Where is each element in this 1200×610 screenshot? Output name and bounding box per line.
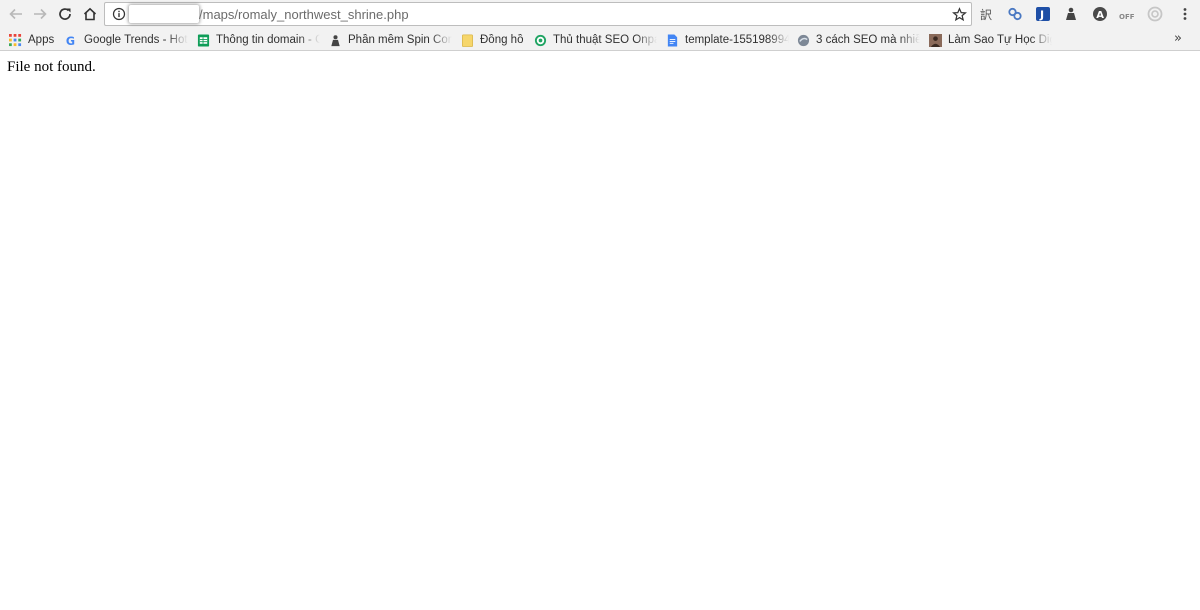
sheets-icon <box>196 33 210 47</box>
bookmark-label: Thủ thuật SEO Onpag <box>553 34 657 46</box>
folder-icon <box>460 33 474 47</box>
info-icon[interactable] <box>111 6 127 22</box>
svg-text:訳: 訳 <box>980 7 992 22</box>
bookmark-template[interactable]: template-155198994 <box>665 31 789 49</box>
translate-extension-icon[interactable]: 訳 <box>978 5 996 23</box>
reload-icon <box>59 8 71 20</box>
bookmark-label: Google Trends - Hot <box>84 34 188 46</box>
bookmark-dong-ho[interactable]: Đồng hồ <box>460 31 530 49</box>
svg-text:J: J <box>1039 9 1044 22</box>
bookmark-label: Đồng hồ <box>480 34 524 46</box>
back-arrow-icon <box>9 8 22 20</box>
forward-button[interactable] <box>28 2 52 26</box>
bookmark-label: Làm Sao Tự Học Digi <box>948 34 1052 46</box>
error-message: File not found. <box>7 59 96 75</box>
avatar-icon <box>928 33 942 47</box>
reload-button[interactable] <box>53 2 77 26</box>
bookmark-label: template-155198994 <box>685 34 789 46</box>
bookmark-label: Apps <box>28 34 55 46</box>
google-g-icon: G <box>64 33 78 47</box>
svg-text:OFF: OFF <box>1119 13 1135 21</box>
redacted-domain <box>129 5 199 23</box>
svg-text:G: G <box>65 35 74 47</box>
star-icon[interactable] <box>951 6 967 22</box>
doc-icon <box>665 33 679 47</box>
bookmark-label: 3 cách SEO mà nhiều <box>816 34 920 46</box>
bookmark-phan-mem-spin[interactable]: Phần mềm Spin Cont <box>328 31 452 49</box>
home-button[interactable] <box>78 2 102 26</box>
link-extension-icon[interactable] <box>1006 5 1024 23</box>
back-button[interactable] <box>4 2 28 26</box>
forward-arrow-icon <box>34 8 47 20</box>
apps-grid-icon <box>8 33 22 47</box>
bookmarks-bar: Apps G Google Trends - Hot Thông tin dom… <box>0 29 1200 51</box>
url-path-text: /maps/romaly_northwest_shrine.php <box>199 7 409 22</box>
globe-icon <box>796 33 810 47</box>
target-icon <box>533 33 547 47</box>
home-icon <box>83 7 97 21</box>
spin-icon <box>328 33 342 47</box>
bookmark-thu-thuat-seo[interactable]: Thủ thuật SEO Onpag <box>533 31 657 49</box>
bookmark-thong-tin-domain[interactable]: Thông tin domain - G <box>196 31 320 49</box>
bookmark-lam-sao-tu-hoc[interactable]: Làm Sao Tự Học Digi <box>928 31 1052 49</box>
bookmark-label: Thông tin domain - G <box>216 34 320 46</box>
off-extension-icon[interactable]: OFF <box>1118 5 1136 23</box>
browser-toolbar: /maps/romaly_northwest_shrine.php 訳 J A <box>0 0 1200 29</box>
bookmarks-overflow-button[interactable]: » <box>1174 31 1182 46</box>
bookmark-3-cach-seo[interactable]: 3 cách SEO mà nhiều <box>796 31 920 49</box>
j-extension-icon[interactable]: J <box>1034 5 1052 23</box>
kebab-menu-icon[interactable] <box>1176 5 1194 23</box>
svg-text:A: A <box>1096 10 1104 21</box>
bookmark-google-trends[interactable]: G Google Trends - Hot <box>64 31 188 49</box>
a-extension-icon[interactable]: A <box>1091 5 1109 23</box>
spin-extension-icon[interactable] <box>1062 5 1080 23</box>
bookmark-apps[interactable]: Apps <box>8 31 58 49</box>
bookmark-label: Phần mềm Spin Cont <box>348 34 452 46</box>
address-bar[interactable]: /maps/romaly_northwest_shrine.php <box>104 2 972 26</box>
circle-extension-icon[interactable] <box>1146 5 1164 23</box>
